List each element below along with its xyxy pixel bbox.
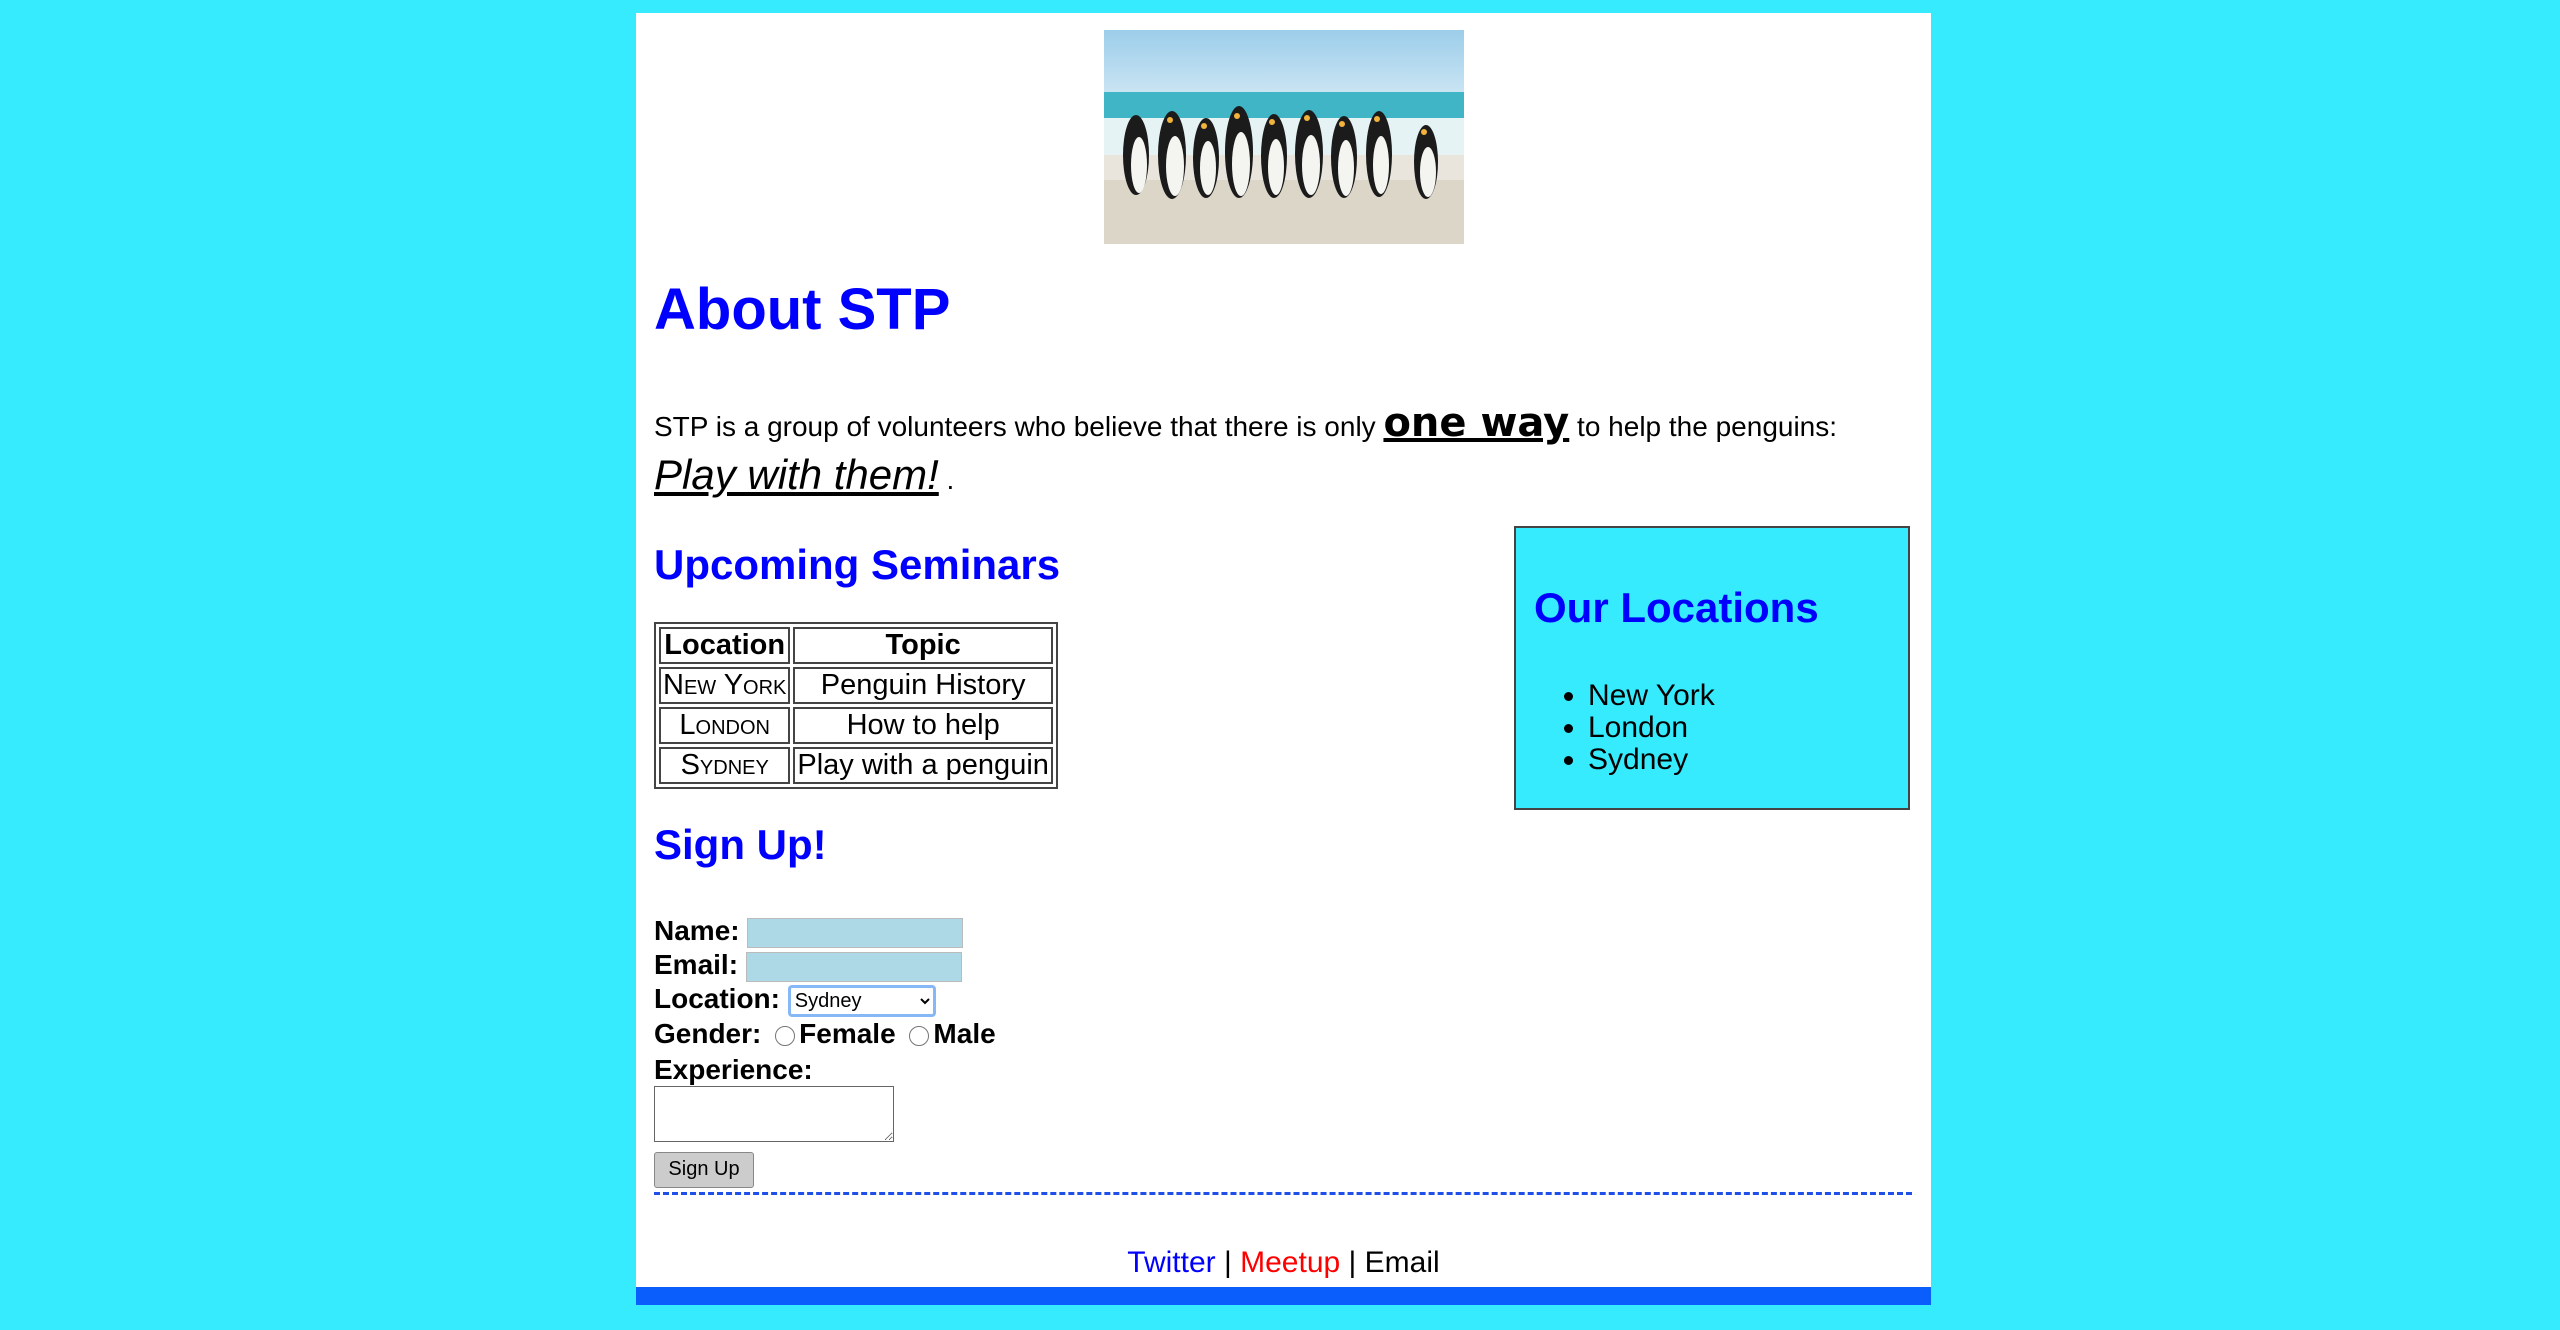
row-topic: Play with a penguin [793,747,1053,784]
row-topic: Penguin History [793,667,1053,704]
submit-row: Sign Up [654,1150,754,1188]
location-select[interactable]: Sydney [787,984,936,1017]
intro-paragraph: STP is a group of volunteers who believe… [654,399,1904,504]
intro-end: . [938,464,955,495]
gender-label: Gender: [654,1018,762,1049]
locations-title: Our Locations [1534,584,1819,631]
experience-row: Experience: [654,1054,813,1086]
row-topic: How to help [793,707,1053,744]
list-item: New York [1588,680,1715,712]
table-header-row: Location Topic [659,627,1053,664]
penguins-photo-icon [1104,30,1464,244]
gender-row: Gender: Female Male [654,1018,996,1050]
female-label: Female [799,1018,896,1049]
footer-links: Twitter | Meetup | Email [636,1246,1931,1280]
bottom-bar [636,1287,1931,1305]
male-radio[interactable] [909,1025,930,1046]
row-location: New York [659,667,791,704]
experience-area-row [654,1086,894,1149]
location-row: Location: Sydney [654,983,936,1017]
name-label: Name: [654,915,740,946]
locations-list: New York London Sydney [1536,680,1715,776]
seminars-table: Location Topic New York Penguin History … [654,622,1058,789]
list-item: Sydney [1588,744,1715,776]
row-location: Sydney [659,747,791,784]
male-label: Male [933,1018,996,1049]
table-row: London How to help [659,707,1053,744]
list-item: London [1588,712,1715,744]
about-title: About STP [654,277,951,342]
locations-box: Our Locations New York London Sydney [1514,526,1910,810]
seminars-title: Upcoming Seminars [654,541,1061,588]
intro-play: Play with them! [654,451,939,498]
experience-label: Experience: [654,1054,813,1085]
intro-text-after: to help the penguins: [1577,411,1838,442]
page-container: About STP STP is a group of volunteers w… [636,13,1931,1305]
female-radio[interactable] [775,1025,796,1046]
twitter-link[interactable]: Twitter [1127,1246,1215,1279]
sign-up-button[interactable]: Sign Up [654,1151,754,1188]
penguins-hero-image [1104,30,1464,244]
meetup-link[interactable]: Meetup [1240,1246,1340,1279]
name-row: Name: [654,915,964,948]
email-row: Email: [654,949,962,982]
email-label: Email: [654,949,739,980]
signup-title: Sign Up! [654,821,827,868]
intro-text: STP is a group of volunteers who believe… [654,411,1376,442]
header-topic: Topic [793,627,1053,664]
experience-field[interactable] [654,1086,894,1142]
row-location: London [659,707,791,744]
intro-emphasis: one way [1383,400,1570,446]
footer-separator: | [1215,1246,1241,1279]
divider [654,1192,1912,1195]
header-location: Location [659,627,791,664]
name-field[interactable] [747,917,964,948]
email-field[interactable] [745,951,962,982]
location-label: Location: [654,983,780,1014]
footer-separator: | [1340,1246,1365,1279]
email-link[interactable]: Email [1365,1246,1440,1279]
table-row: Sydney Play with a penguin [659,747,1053,784]
table-row: New York Penguin History [659,667,1053,704]
